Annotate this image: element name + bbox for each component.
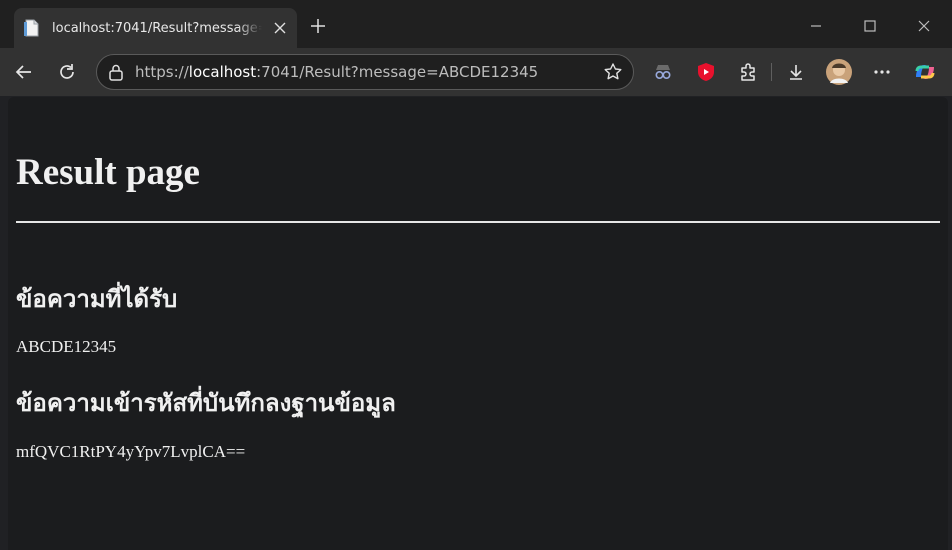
encrypted-message-heading: ข้อความเข้ารหัสที่บันทึกลงฐานข้อมูล	[16, 388, 396, 417]
received-message-heading: ข้อความที่ได้รับ	[16, 284, 178, 313]
refresh-icon[interactable]	[53, 58, 81, 86]
copilot-icon[interactable]	[911, 58, 939, 86]
minimize-icon[interactable]	[802, 12, 830, 40]
tab-close-icon[interactable]	[271, 19, 289, 37]
favorite-star-icon[interactable]	[603, 62, 623, 82]
encrypted-message-value: mfQVC1RtPY4yYpv7LvplCA==	[16, 442, 246, 461]
address-bar[interactable]: https://localhost:7041/Result?message=AB…	[96, 54, 634, 90]
extensions-puzzle-icon[interactable]	[734, 58, 762, 86]
download-icon[interactable]	[782, 58, 810, 86]
toolbar-divider	[771, 63, 772, 81]
browser-tab[interactable]: localhost:7041/Result?message=ABCDE12345	[14, 8, 297, 48]
browser-toolbar: https://localhost:7041/Result?message=AB…	[0, 48, 952, 96]
title-bar: localhost:7041/Result?message=ABCDE12345	[0, 0, 952, 50]
spy-extension-icon[interactable]	[649, 58, 677, 86]
document-icon	[24, 19, 39, 37]
close-window-icon[interactable]	[910, 12, 938, 40]
lock-icon[interactable]	[107, 63, 125, 81]
profile-avatar[interactable]	[825, 58, 853, 86]
url-text[interactable]: https://localhost:7041/Result?message=AB…	[135, 63, 538, 81]
maximize-icon[interactable]	[856, 12, 884, 40]
back-arrow-icon[interactable]	[10, 58, 38, 86]
tab-title: localhost:7041/Result?message=ABCDE12345	[52, 20, 262, 36]
page-title: Result page	[16, 152, 200, 193]
url-host: localhost	[188, 63, 257, 81]
page-viewport: Result page ข้อความที่ได้รับ ABCDE12345 …	[8, 97, 948, 550]
horizontal-rule	[16, 221, 940, 223]
shield-extension-icon[interactable]	[692, 58, 720, 86]
url-scheme: https://	[135, 63, 189, 81]
new-tab-icon[interactable]	[306, 14, 330, 38]
more-options-icon[interactable]	[868, 58, 896, 86]
url-path: :7041/Result?message=ABCDE12345	[256, 63, 539, 81]
received-message-value: ABCDE12345	[16, 337, 117, 356]
